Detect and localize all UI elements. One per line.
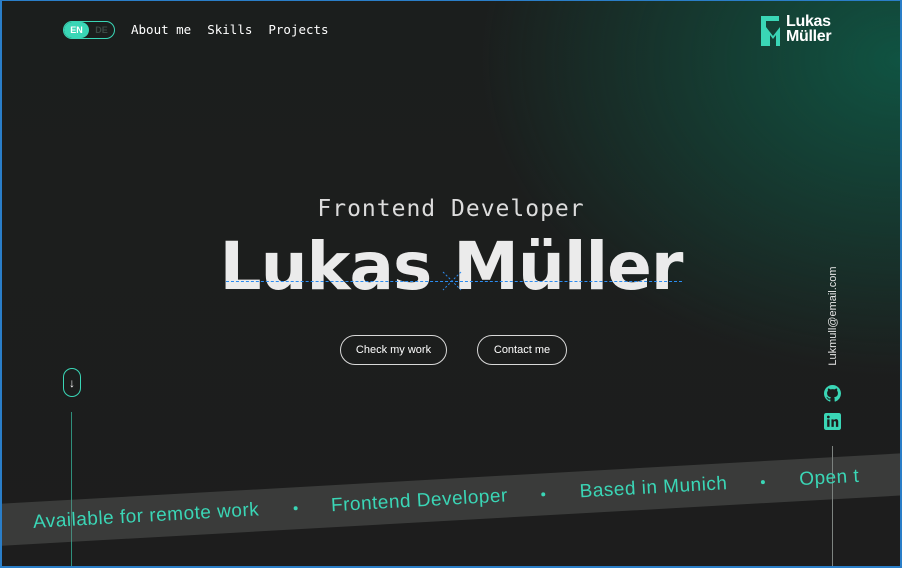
email-link[interactable]: Lukmull@email.com xyxy=(827,266,839,365)
linkedin-icon[interactable] xyxy=(824,413,841,430)
arrow-down-icon: ↓ xyxy=(69,375,75,390)
marquee-band: Available for remote work Frontend Devel… xyxy=(0,450,902,548)
logo[interactable]: Lukas Müller xyxy=(760,14,846,48)
logo-mark-icon xyxy=(761,16,780,46)
logo-wordmark: Lukas Müller xyxy=(786,13,832,45)
main-nav: About me Skills Projects xyxy=(131,22,329,37)
left-vertical-line xyxy=(71,412,72,568)
marquee-dot xyxy=(293,506,298,511)
contact-me-button[interactable]: Contact me xyxy=(477,335,567,365)
marquee-item: Frontend Developer xyxy=(330,485,509,517)
nav-projects[interactable]: Projects xyxy=(268,22,328,37)
language-option-en[interactable]: EN xyxy=(64,22,89,38)
guide-cross-icon xyxy=(442,271,462,291)
marquee-dot xyxy=(541,492,546,497)
marquee-item: Based in Munich xyxy=(579,473,728,503)
hero-name: Lukas Müller xyxy=(219,228,684,305)
marquee-item: Available for remote work xyxy=(32,499,260,533)
nav-skills[interactable]: Skills xyxy=(207,22,252,37)
language-switch[interactable]: EN DE xyxy=(63,21,115,39)
scroll-down-button[interactable]: ↓ xyxy=(63,368,81,397)
nav-about-me[interactable]: About me xyxy=(131,22,191,37)
github-icon[interactable] xyxy=(824,385,841,402)
hero-subtitle: Frontend Developer xyxy=(317,196,585,222)
marquee-item: Open t xyxy=(798,465,860,491)
check-my-work-button[interactable]: Check my work xyxy=(340,335,447,365)
marquee-dot xyxy=(761,480,766,485)
language-option-de[interactable]: DE xyxy=(89,22,114,38)
